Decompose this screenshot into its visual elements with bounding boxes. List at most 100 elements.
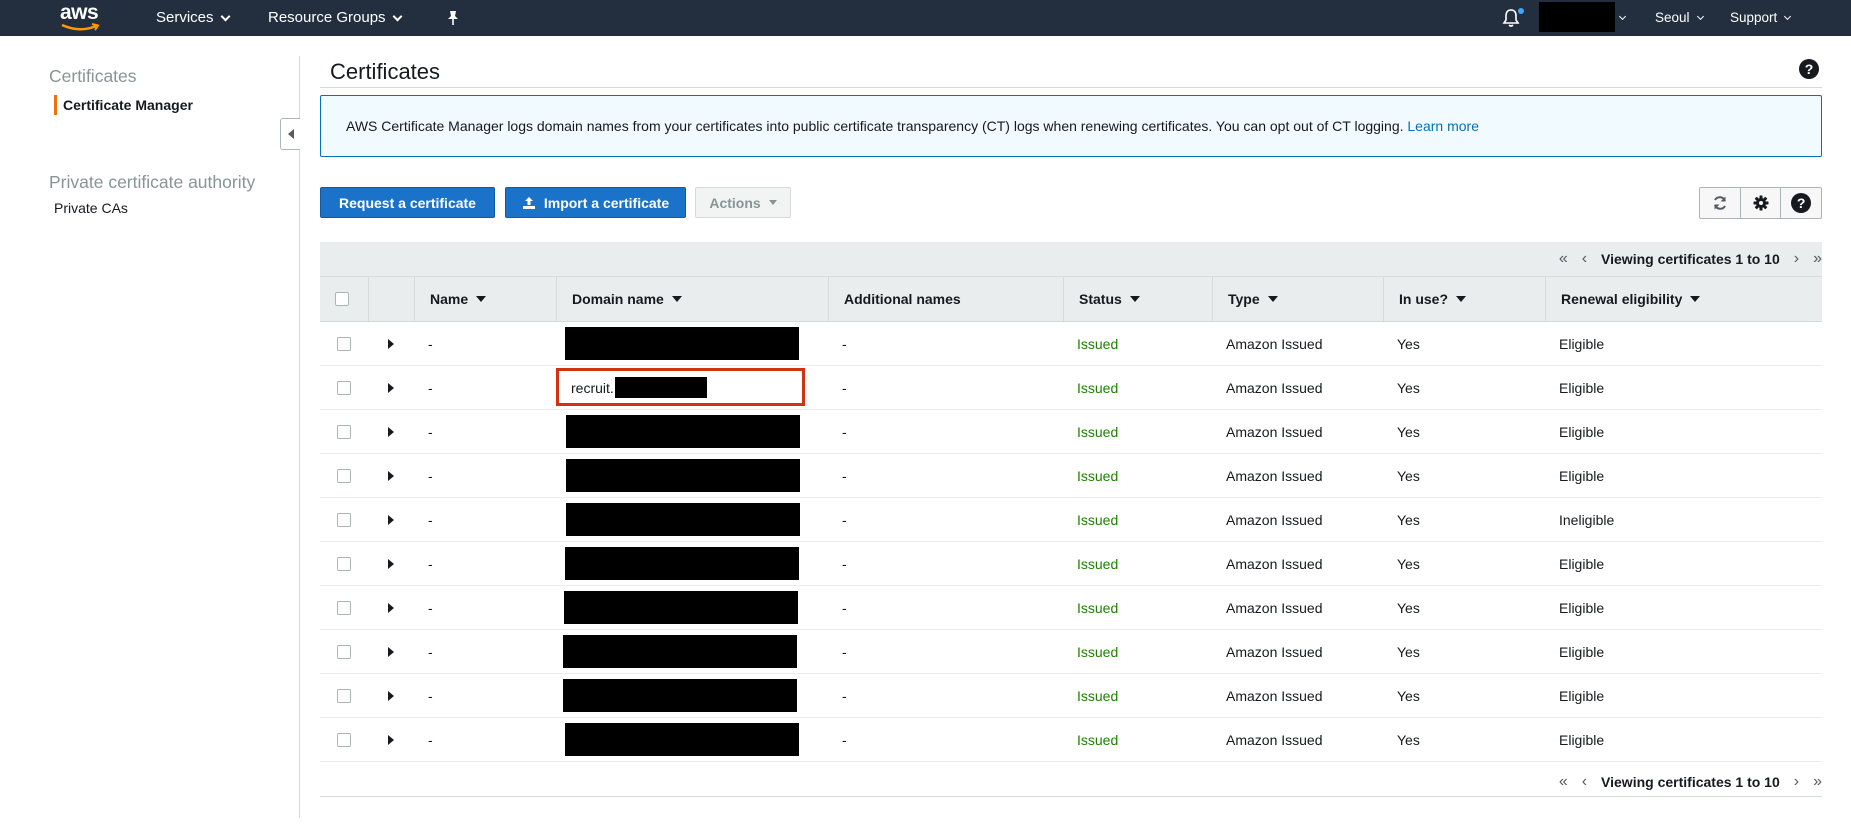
row-checkbox[interactable] bbox=[337, 336, 351, 351]
cell-in-use: Yes bbox=[1397, 467, 1420, 484]
resource-groups-label: Resource Groups bbox=[268, 9, 386, 26]
row-checkbox[interactable] bbox=[337, 600, 351, 615]
refresh-button[interactable] bbox=[1700, 188, 1741, 218]
cell-name: - bbox=[428, 731, 433, 748]
collapse-sidebar-button[interactable] bbox=[280, 118, 300, 150]
table-row[interactable]: - - Issued Amazon Issued Yes Eligible bbox=[320, 542, 1822, 586]
learn-more-link[interactable]: Learn more bbox=[1407, 118, 1479, 134]
table-row[interactable]: - - Issued Amazon Issued Yes Eligible bbox=[320, 718, 1822, 762]
table-row[interactable]: - - Issued Amazon Issued Yes Eligible bbox=[320, 674, 1822, 718]
sort-caret-icon bbox=[1267, 296, 1278, 302]
next-page-icon[interactable]: › bbox=[1794, 250, 1799, 268]
column-header-status[interactable]: Status bbox=[1063, 277, 1212, 321]
column-header-label: Status bbox=[1079, 291, 1122, 307]
row-expand-button[interactable] bbox=[368, 586, 414, 629]
previous-page-icon[interactable]: ‹ bbox=[1582, 250, 1587, 268]
row-checkbox[interactable] bbox=[337, 688, 351, 703]
table-row[interactable]: - - Issued Amazon Issued Yes Eligible bbox=[320, 586, 1822, 630]
row-checkbox[interactable] bbox=[337, 732, 351, 747]
aws-logo-text: aws bbox=[60, 1, 99, 24]
row-expand-button[interactable] bbox=[368, 366, 414, 409]
row-select-cell bbox=[320, 718, 368, 761]
support-menu[interactable]: Support bbox=[1730, 0, 1792, 36]
gear-icon bbox=[1753, 195, 1768, 211]
column-header-domain[interactable]: Domain name bbox=[556, 277, 828, 321]
row-expand-button[interactable] bbox=[368, 498, 414, 541]
aws-logo[interactable]: aws bbox=[58, 0, 104, 36]
last-page-icon[interactable]: » bbox=[1813, 250, 1822, 268]
first-page-icon[interactable]: « bbox=[1559, 250, 1568, 268]
domain-name-redacted bbox=[565, 327, 799, 360]
cell-renewal-eligibility: Eligible bbox=[1559, 643, 1605, 660]
domain-name-redacted bbox=[563, 635, 797, 668]
select-all-checkbox[interactable] bbox=[335, 292, 349, 306]
column-header-type[interactable]: Type bbox=[1212, 277, 1383, 321]
sidebar-item-certificate-manager[interactable]: Certificate Manager bbox=[54, 95, 193, 115]
table-row[interactable]: - - Issued Amazon Issued Yes Eligible bbox=[320, 410, 1822, 454]
cell-additional-names: - bbox=[842, 555, 847, 572]
column-header-label: Renewal eligibility bbox=[1561, 291, 1683, 307]
table-row[interactable]: - recruit. - Issued Amazon Issued Yes Eligible bbox=[320, 366, 1822, 410]
table-help-button[interactable]: ? bbox=[1781, 188, 1821, 218]
row-expand-button[interactable] bbox=[368, 410, 414, 453]
cell-renewal-eligibility: Eligible bbox=[1559, 423, 1605, 440]
column-header-name[interactable]: Name bbox=[414, 277, 556, 321]
request-certificate-button[interactable]: Request a certificate bbox=[320, 187, 495, 218]
table-tools: ? bbox=[1699, 187, 1822, 219]
table-row[interactable]: - - Issued Amazon Issued Yes Eligible bbox=[320, 630, 1822, 674]
row-select-cell bbox=[320, 410, 368, 453]
column-header-label: Name bbox=[430, 291, 469, 307]
cell-name: - bbox=[428, 643, 433, 660]
chevron-down-icon bbox=[220, 11, 230, 21]
caret-left-icon bbox=[287, 129, 294, 139]
pin-button[interactable] bbox=[446, 0, 460, 36]
column-header-label: In use? bbox=[1399, 291, 1449, 307]
row-expand-button[interactable] bbox=[368, 630, 414, 673]
row-expand-button[interactable] bbox=[368, 542, 414, 585]
table-row[interactable]: - - Issued Amazon Issued Yes Eligible bbox=[320, 322, 1822, 366]
sort-caret-icon bbox=[671, 296, 682, 302]
table-row[interactable]: - - Issued Amazon Issued Yes Ineligible bbox=[320, 498, 1822, 542]
sidebar-heading-certificates[interactable]: Certificates bbox=[49, 66, 137, 87]
actions-dropdown-button[interactable]: Actions bbox=[695, 187, 791, 218]
column-header-label: Type bbox=[1228, 291, 1260, 307]
column-header-renewal-eligibility[interactable]: Renewal eligibility bbox=[1545, 277, 1822, 321]
sidebar-heading-private-ca[interactable]: Private certificate authority bbox=[49, 172, 255, 193]
row-expand-button[interactable] bbox=[368, 454, 414, 497]
previous-page-icon[interactable]: ‹ bbox=[1582, 773, 1587, 791]
account-dropdown-toggle[interactable] bbox=[1618, 0, 1627, 36]
settings-button[interactable] bbox=[1741, 188, 1782, 218]
row-expand-button[interactable] bbox=[368, 674, 414, 717]
first-page-icon[interactable]: « bbox=[1559, 773, 1568, 791]
services-menu[interactable]: Services bbox=[156, 0, 230, 36]
chevron-down-icon bbox=[1696, 12, 1704, 20]
row-checkbox[interactable] bbox=[337, 512, 351, 527]
row-checkbox[interactable] bbox=[337, 556, 351, 571]
row-expand-button[interactable] bbox=[368, 718, 414, 761]
row-checkbox[interactable] bbox=[337, 644, 351, 659]
cell-type: Amazon Issued bbox=[1226, 555, 1323, 572]
pager-top: « ‹ Viewing certificates 1 to 10 › » bbox=[1559, 249, 1822, 269]
row-checkbox[interactable] bbox=[337, 468, 351, 483]
help-icon[interactable]: ? bbox=[1799, 59, 1819, 79]
resource-groups-menu[interactable]: Resource Groups bbox=[268, 0, 403, 36]
cell-type: Amazon Issued bbox=[1226, 643, 1323, 660]
import-certificate-button[interactable]: Import a certificate bbox=[505, 187, 686, 218]
domain-name-redacted bbox=[563, 679, 797, 712]
cell-additional-names: - bbox=[842, 467, 847, 484]
row-checkbox[interactable] bbox=[337, 380, 351, 395]
region-menu[interactable]: Seoul bbox=[1655, 0, 1704, 36]
last-page-icon[interactable]: » bbox=[1813, 773, 1822, 791]
account-menu-redacted[interactable] bbox=[1539, 2, 1615, 32]
next-page-icon[interactable]: › bbox=[1794, 773, 1799, 791]
notifications-button[interactable] bbox=[1502, 7, 1524, 29]
sidebar-item-private-cas[interactable]: Private CAs bbox=[54, 200, 128, 216]
cell-type: Amazon Issued bbox=[1226, 599, 1323, 616]
page-title: Certificates bbox=[330, 59, 441, 84]
cell-name: - bbox=[428, 555, 433, 572]
row-checkbox[interactable] bbox=[337, 424, 351, 439]
sort-caret-icon bbox=[1456, 296, 1467, 302]
row-expand-button[interactable] bbox=[368, 322, 414, 365]
column-header-in-use[interactable]: In use? bbox=[1383, 277, 1545, 321]
table-row[interactable]: - - Issued Amazon Issued Yes Eligible bbox=[320, 454, 1822, 498]
